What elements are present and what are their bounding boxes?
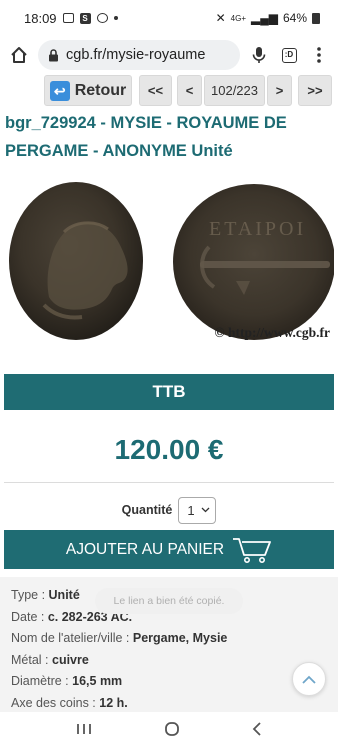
- network-label: 4G+: [230, 13, 246, 23]
- detail-label: Axe des coins :: [11, 695, 100, 710]
- coin-images[interactable]: ETAIΡOI © http://www.cgb.fr: [4, 177, 335, 343]
- tab-switcher-button[interactable]: :D: [278, 44, 300, 66]
- return-arrow-icon: ↩: [49, 80, 70, 101]
- battery-level: 64%: [282, 11, 307, 25]
- facebook-icon: [96, 13, 108, 23]
- gallery-icon: [62, 13, 74, 23]
- last-page-label: >>: [307, 83, 323, 98]
- detail-row-mint: Nom de l'atelier/ville : Pergame, Mysie: [11, 628, 338, 650]
- quantity-row: Quantité 1: [0, 496, 338, 524]
- first-page-label: <<: [147, 83, 164, 98]
- detail-value: Unité: [48, 588, 80, 602]
- lock-icon: [49, 48, 58, 61]
- address-bar[interactable]: cgb.fr/mysie-royaume: [38, 40, 240, 70]
- mute-icon: ✕: [215, 11, 226, 25]
- back-icon[interactable]: [252, 721, 262, 741]
- more-notifications-icon: [113, 16, 118, 20]
- detail-label: Diamètre :: [11, 674, 73, 688]
- detail-row-metal: Métal : cuivre: [11, 650, 338, 672]
- svg-text:ETAIΡOI: ETAIΡOI: [209, 218, 306, 240]
- detail-label: Nom de l'atelier/ville :: [11, 631, 133, 645]
- home-icon[interactable]: [8, 44, 30, 66]
- add-to-cart-button[interactable]: AJOUTER AU PANIER: [4, 530, 334, 569]
- signal-icon: ▂▄▆: [251, 11, 278, 25]
- system-navigation-bar: [0, 712, 338, 750]
- link-copied-toast: Le lien a bien été copié.: [95, 588, 243, 614]
- previous-page-button[interactable]: <: [177, 75, 202, 106]
- next-page-label: >: [275, 83, 284, 98]
- coin-photo: ETAIΡOI: [9, 182, 335, 340]
- microphone-icon[interactable]: [248, 44, 270, 66]
- grade-badge: TTB: [4, 374, 334, 410]
- detail-label: Date :: [11, 609, 48, 624]
- app-s-icon: S: [79, 12, 91, 24]
- detail-value: 16,5 mm: [72, 674, 123, 688]
- product-title: bgr_729924 - MYSIE - ROYAUME DE PERGAME …: [5, 114, 287, 160]
- battery-icon: [312, 12, 320, 24]
- status-bar: 18:09 S ✕ 4G+ ▂▄▆ 64%: [0, 0, 338, 36]
- first-page-button[interactable]: <<: [139, 75, 172, 106]
- chevron-down-icon: [201, 507, 210, 513]
- recent-apps-icon[interactable]: [76, 722, 92, 741]
- last-page-button[interactable]: >>: [298, 75, 332, 106]
- divider: [4, 482, 334, 483]
- quantity-value: 1: [187, 502, 195, 518]
- add-to-cart-label: AJOUTER AU PANIER: [65, 540, 225, 558]
- browser-toolbar: cgb.fr/mysie-royaume :D: [0, 36, 338, 74]
- quantity-label: Quantité: [121, 503, 173, 517]
- product-price: 120.00 €: [114, 434, 224, 465]
- detail-value: cuivre: [52, 652, 89, 667]
- detail-value: 12 h.: [99, 695, 128, 710]
- page-indicator-label: 102/223: [211, 83, 258, 98]
- tab-switcher-icon: :D: [281, 47, 297, 63]
- previous-page-label: <: [185, 83, 194, 98]
- cart-icon: [233, 537, 271, 563]
- page-indicator: 102/223: [204, 75, 265, 106]
- product-navigation: ↩ Retour << < 102/223 > >>: [0, 75, 338, 107]
- retour-button[interactable]: ↩ Retour: [44, 75, 132, 106]
- overflow-menu-icon[interactable]: [308, 44, 330, 66]
- detail-row-axis: Axe des coins : 12 h.: [11, 693, 338, 715]
- url-text: cgb.fr/mysie-royaume: [66, 47, 206, 63]
- detail-value: Pergame, Mysie: [132, 631, 228, 645]
- status-time: 18:09: [24, 10, 57, 26]
- detail-label: Métal :: [11, 652, 52, 667]
- scroll-to-top-button[interactable]: [292, 662, 326, 696]
- next-page-button[interactable]: >: [267, 75, 292, 106]
- chevron-up-icon: [302, 675, 316, 684]
- detail-label: Type :: [11, 588, 49, 602]
- quantity-select[interactable]: 1: [178, 496, 217, 524]
- detail-row-diameter: Diamètre : 16,5 mm: [11, 671, 338, 693]
- retour-label: Retour: [74, 81, 127, 99]
- cgb-watermark: © http://www.cgb.fr: [214, 325, 330, 340]
- home-circle-icon[interactable]: [164, 721, 180, 742]
